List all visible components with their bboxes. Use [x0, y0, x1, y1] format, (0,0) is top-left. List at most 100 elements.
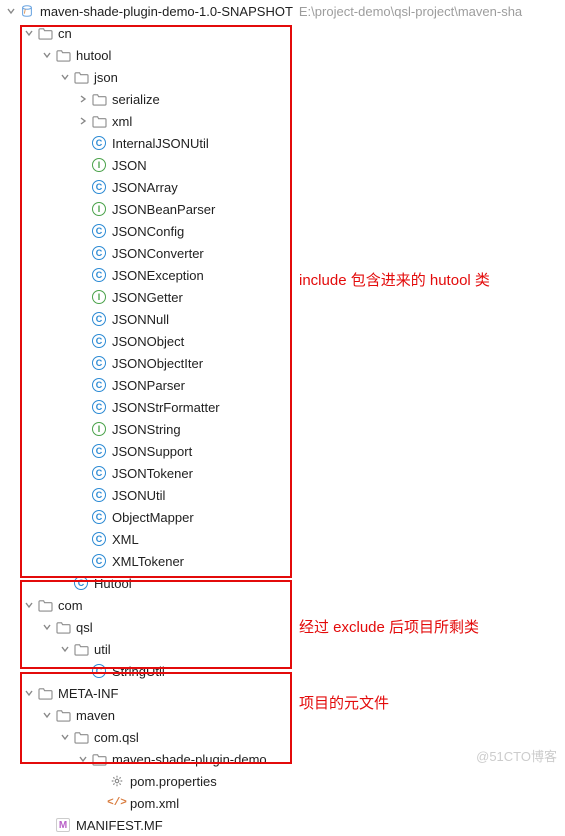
node-icon — [36, 687, 54, 700]
chevron-icon[interactable] — [22, 688, 36, 698]
chevron-icon[interactable] — [40, 622, 54, 632]
node-icon: C — [90, 136, 108, 150]
class-jsonarray[interactable]: C JSONArray — [0, 176, 565, 198]
chevron-icon[interactable] — [58, 732, 72, 742]
chevron-icon[interactable] — [76, 116, 90, 126]
class-internaljsonutil[interactable]: C InternalJSONUtil — [0, 132, 565, 154]
node-icon — [90, 93, 108, 106]
chevron-icon[interactable] — [4, 6, 18, 16]
node-icon: C — [90, 664, 108, 678]
folder-util[interactable]: util — [0, 638, 565, 660]
class-jsonbeanparser[interactable]: I JSONBeanParser — [0, 198, 565, 220]
node-icon — [54, 49, 72, 62]
class-hutool[interactable]: C Hutool — [0, 572, 565, 594]
node-icon: C — [90, 466, 108, 480]
node-icon — [18, 4, 36, 18]
folder-cn[interactable]: cn — [0, 22, 565, 44]
node-icon: I — [90, 158, 108, 172]
class-json[interactable]: I JSON — [0, 154, 565, 176]
folder-serialize[interactable]: serialize — [0, 88, 565, 110]
node-label: hutool — [76, 48, 111, 63]
node-label: JSONBeanParser — [112, 202, 215, 217]
class-jsonutil[interactable]: C JSONUtil — [0, 484, 565, 506]
class-jsonnull[interactable]: C JSONNull — [0, 308, 565, 330]
node-label: cn — [58, 26, 72, 41]
node-icon: C — [90, 378, 108, 392]
class-objectmapper[interactable]: C ObjectMapper — [0, 506, 565, 528]
node-icon — [54, 709, 72, 722]
node-label: JSONException — [112, 268, 204, 283]
node-icon — [90, 753, 108, 766]
chevron-icon[interactable] — [58, 644, 72, 654]
node-icon — [90, 115, 108, 128]
node-icon: I — [90, 290, 108, 304]
node-label: JSONConverter — [112, 246, 204, 261]
chevron-icon[interactable] — [58, 72, 72, 82]
node-icon: C — [72, 576, 90, 590]
class-jsonconverter[interactable]: C JSONConverter — [0, 242, 565, 264]
file-pomproperties[interactable]: pom.properties — [0, 770, 565, 792]
node-label: com — [58, 598, 83, 613]
class-jsonparser[interactable]: C JSONParser — [0, 374, 565, 396]
node-label: JSON — [112, 158, 147, 173]
node-icon: C — [90, 268, 108, 282]
node-label: pom.properties — [130, 774, 217, 789]
node-label: JSONArray — [112, 180, 178, 195]
node-icon: C — [90, 224, 108, 238]
node-icon — [36, 599, 54, 612]
node-label: META-INF — [58, 686, 118, 701]
node-icon — [54, 621, 72, 634]
folder-com[interactable]: com — [0, 594, 565, 616]
node-label: MANIFEST.MF — [76, 818, 163, 833]
class-xml[interactable]: C XML — [0, 528, 565, 550]
folder-hutool[interactable]: hutool — [0, 44, 565, 66]
class-jsonsupport[interactable]: C JSONSupport — [0, 440, 565, 462]
node-icon: C — [90, 532, 108, 546]
node-label: StringUtil — [112, 664, 165, 679]
class-jsonstring[interactable]: I JSONString — [0, 418, 565, 440]
node-icon — [108, 774, 126, 788]
chevron-icon[interactable] — [22, 28, 36, 38]
node-icon: C — [90, 312, 108, 326]
class-stringutil[interactable]: C StringUtil — [0, 660, 565, 682]
node-icon: M — [54, 818, 72, 832]
class-jsonstrformatter[interactable]: C JSONStrFormatter — [0, 396, 565, 418]
class-jsontokener[interactable]: C JSONTokener — [0, 462, 565, 484]
chevron-icon[interactable] — [22, 600, 36, 610]
node-icon: C — [90, 488, 108, 502]
chevron-icon[interactable] — [76, 754, 90, 764]
node-label: JSONObject — [112, 334, 184, 349]
chevron-icon[interactable] — [40, 710, 54, 720]
chevron-icon[interactable] — [76, 94, 90, 104]
node-label: pom.xml — [130, 796, 179, 811]
node-label: Hutool — [94, 576, 132, 591]
class-jsonobject[interactable]: C JSONObject — [0, 330, 565, 352]
file-pomxml[interactable]: </> pom.xml — [0, 792, 565, 814]
chevron-icon[interactable] — [40, 50, 54, 60]
node-icon: I — [90, 422, 108, 436]
folder-json[interactable]: json — [0, 66, 565, 88]
file-manifest[interactable]: M MANIFEST.MF — [0, 814, 565, 836]
folder-comqsl[interactable]: com.qsl — [0, 726, 565, 748]
folder-xml[interactable]: xml — [0, 110, 565, 132]
folder-maven[interactable]: maven — [0, 704, 565, 726]
node-label: JSONNull — [112, 312, 169, 327]
node-icon: C — [90, 180, 108, 194]
node-icon — [72, 71, 90, 84]
node-label: serialize — [112, 92, 160, 107]
node-icon: </> — [108, 797, 126, 809]
folder-qsl[interactable]: qsl — [0, 616, 565, 638]
node-label: maven-shade-plugin-demo-1.0-SNAPSHOT — [40, 4, 293, 19]
class-xmltokener[interactable]: C XMLTokener — [0, 550, 565, 572]
folder-metainf[interactable]: META-INF — [0, 682, 565, 704]
class-jsonconfig[interactable]: C JSONConfig — [0, 220, 565, 242]
node-label: ObjectMapper — [112, 510, 194, 525]
node-label: util — [94, 642, 111, 657]
node-icon: C — [90, 444, 108, 458]
class-jsonobjectiter[interactable]: C JSONObjectIter — [0, 352, 565, 374]
node-label: JSONSupport — [112, 444, 192, 459]
node-icon: C — [90, 554, 108, 568]
node-icon: C — [90, 400, 108, 414]
root-jar[interactable]: maven-shade-plugin-demo-1.0-SNAPSHOT E:\… — [0, 0, 565, 22]
node-label: JSONTokener — [112, 466, 193, 481]
